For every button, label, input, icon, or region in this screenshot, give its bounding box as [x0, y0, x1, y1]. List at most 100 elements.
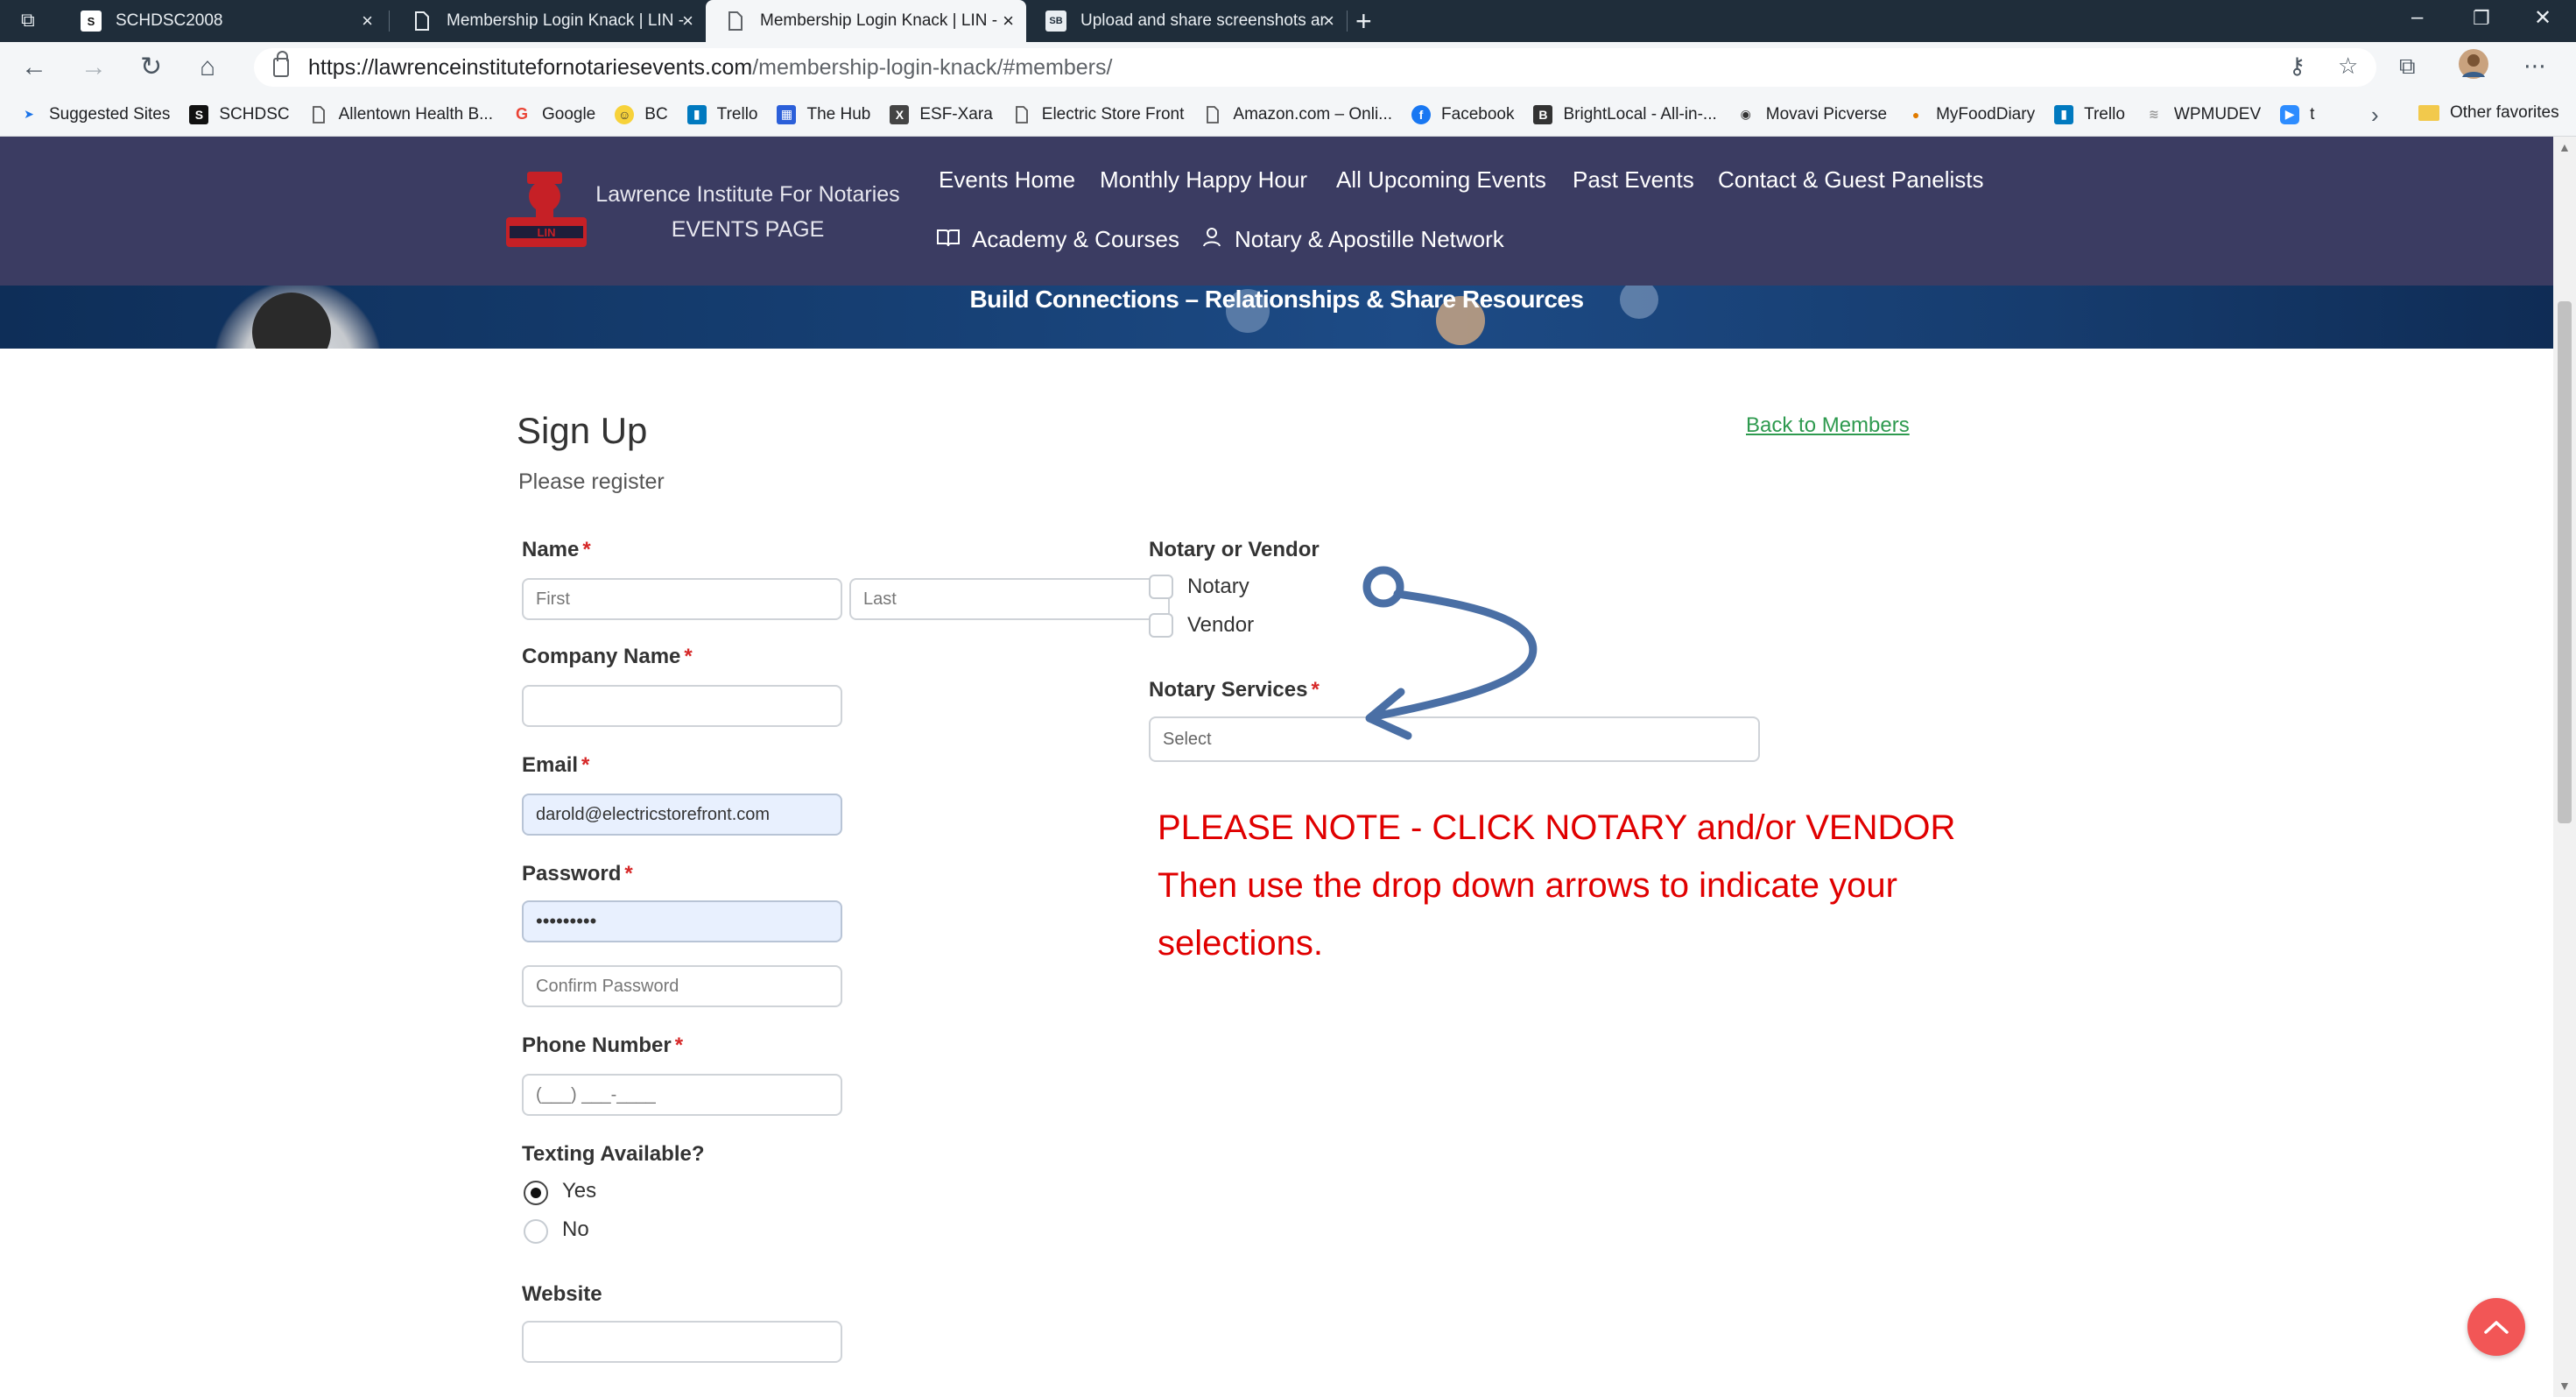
- chevron-right-icon[interactable]: ›: [2371, 102, 2379, 129]
- page-subtitle: Please register: [518, 469, 665, 494]
- bookmark-amazon[interactable]: Amazon.com – Onli...: [1203, 105, 1392, 124]
- phone-label: Phone Number *: [522, 1034, 684, 1057]
- bookmark-bc[interactable]: ☺ BC: [615, 104, 668, 124]
- chevron-up-icon: [2484, 1321, 2509, 1334]
- nav-events-home[interactable]: Events Home: [939, 166, 1075, 194]
- nav-label: Notary & Apostille Network: [1235, 226, 1504, 252]
- bookmark-myfooddiary[interactable]: ● MyFoodDiary: [1906, 105, 2035, 124]
- bookmark-brightlocal[interactable]: B BrightLocal - All-in-...: [1533, 104, 1717, 124]
- last-name-input[interactable]: Last: [849, 578, 1170, 620]
- bookmark-the-hub[interactable]: ▦ The Hub: [777, 104, 870, 124]
- password-field[interactable]: •••••••••: [522, 900, 842, 942]
- collections-icon[interactable]: ⧉: [2399, 53, 2416, 81]
- forward-arrow-icon[interactable]: →: [81, 53, 107, 82]
- bookmark-label: t: [2310, 104, 2315, 123]
- company-name-input[interactable]: [522, 685, 842, 727]
- required-mark: *: [582, 538, 591, 561]
- back-arrow-icon[interactable]: ←: [21, 53, 47, 82]
- bookmark-electric-store-front[interactable]: Electric Store Front: [1012, 104, 1185, 124]
- xara-icon: X: [890, 104, 910, 124]
- hub-icon: ▦: [777, 104, 797, 124]
- bookmark-esf-xara[interactable]: X ESF-Xara: [890, 104, 993, 124]
- scroll-up-arrow-icon[interactable]: ▲: [2558, 140, 2571, 154]
- required-mark: *: [674, 1034, 684, 1057]
- browser-tab-bar: ⧉ S SCHDSC2008 × Membership Login Knack …: [0, 0, 2576, 42]
- tab-schdsc[interactable]: S SCHDSC2008 ×: [61, 0, 385, 42]
- folder-icon: [2418, 105, 2439, 121]
- close-icon[interactable]: ×: [1323, 11, 1334, 32]
- bookmark-other-favorites[interactable]: Other favorites: [2418, 103, 2559, 123]
- bookmark-zoom[interactable]: ▶ t: [2280, 104, 2315, 124]
- refresh-icon[interactable]: ↻: [140, 53, 162, 82]
- close-icon[interactable]: ×: [362, 11, 373, 32]
- bc-icon: ☺: [615, 104, 635, 124]
- nav-all-upcoming-events[interactable]: All Upcoming Events: [1336, 166, 1546, 194]
- bookmark-trello[interactable]: ▮ Trello: [686, 104, 757, 124]
- profile-avatar[interactable]: [2459, 49, 2488, 85]
- site-header: LIN Lawrence Institute For Notaries EVEN…: [0, 137, 2553, 286]
- bookmark-label: WPMUDEV: [2173, 104, 2262, 123]
- notary-or-vendor-label: Notary or Vendor: [1149, 538, 1320, 561]
- restore-icon[interactable]: ❐: [2473, 7, 2490, 30]
- required-mark: *: [624, 862, 633, 885]
- nav-academy-courses[interactable]: Academy & Courses: [937, 226, 1179, 253]
- nav-monthly-happy-hour[interactable]: Monthly Happy Hour: [1100, 166, 1307, 194]
- scrollbar-thumb[interactable]: [2558, 301, 2572, 823]
- bookmark-allentown[interactable]: Allentown Health B...: [309, 105, 493, 124]
- nav-contact-guest-panelists[interactable]: Contact & Guest Panelists: [1718, 166, 1983, 194]
- facebook-icon: f: [1411, 104, 1432, 124]
- close-icon[interactable]: ×: [1003, 11, 1014, 32]
- site-logo[interactable]: LIN: [501, 168, 592, 252]
- notary-checkbox[interactable]: [1149, 575, 1173, 599]
- trello-icon: ▮: [2054, 104, 2074, 124]
- back-to-top-button[interactable]: [2467, 1298, 2525, 1356]
- tab-membership-login[interactable]: Membership Login Knack | LIN - ×: [392, 0, 706, 42]
- bookmark-schdsc[interactable]: S SCHDSC: [189, 104, 290, 124]
- back-to-members-link[interactable]: Back to Members: [1746, 413, 1910, 438]
- email-field[interactable]: darold@electricstorefront.com: [522, 794, 842, 836]
- tab-actions-icon[interactable]: ⧉: [21, 9, 35, 32]
- zoom-icon: ▶: [2280, 104, 2300, 124]
- address-bar-row: ← → ↻ ⌂ https://lawrenceinstitutefornota…: [0, 42, 2576, 93]
- close-icon[interactable]: ×: [682, 11, 693, 32]
- home-icon[interactable]: ⌂: [200, 53, 215, 82]
- favorites-star-icon[interactable]: ☆: [2338, 53, 2358, 80]
- key-icon[interactable]: ⚷: [2289, 53, 2305, 80]
- phone-input[interactable]: (___) ___-____: [522, 1074, 842, 1116]
- close-window-icon[interactable]: ✕: [2534, 5, 2551, 31]
- bookmark-suggested-sites[interactable]: ➤ Suggested Sites: [19, 105, 170, 124]
- tab-membership-login-active[interactable]: Membership Login Knack | LIN - ×: [706, 0, 1026, 42]
- new-tab-button[interactable]: +: [1355, 5, 1372, 37]
- scroll-down-arrow-icon[interactable]: ▼: [2558, 1379, 2571, 1393]
- bookmark-google[interactable]: G Google: [512, 105, 595, 124]
- suggested-icon: ➤: [24, 107, 34, 121]
- bookmark-wpmudev[interactable]: ≋ WPMUDEV: [2144, 105, 2261, 124]
- bookmark-label: Other favorites: [2450, 103, 2559, 122]
- url-field[interactable]: https://lawrenceinstitutefornotarieseven…: [254, 48, 2376, 87]
- vendor-checkbox[interactable]: [1149, 613, 1173, 638]
- bookmark-label: Suggested Sites: [49, 104, 171, 123]
- texting-no-radio[interactable]: [524, 1219, 548, 1244]
- confirm-password-field[interactable]: Confirm Password: [522, 965, 842, 1007]
- bookmark-facebook[interactable]: f Facebook: [1411, 104, 1514, 124]
- tab-upload-screenshots[interactable]: SB Upload and share screenshots ar ×: [1026, 0, 1347, 42]
- annotation-arrow-icon: [1362, 566, 1538, 740]
- nav-notary-network[interactable]: Notary & Apostille Network: [1201, 226, 1504, 253]
- first-name-input[interactable]: First: [522, 578, 842, 620]
- book-icon: [937, 226, 960, 253]
- more-menu-icon[interactable]: ⋯: [2523, 53, 2546, 80]
- page-icon: [412, 11, 433, 32]
- minimize-icon[interactable]: –: [2411, 5, 2423, 30]
- texting-yes-radio[interactable]: [524, 1181, 548, 1205]
- page-icon: [309, 105, 328, 124]
- site-brand[interactable]: Lawrence Institute For Notaries EVENTS P…: [592, 177, 904, 247]
- page-icon: [1203, 105, 1222, 124]
- website-input[interactable]: [522, 1321, 842, 1363]
- input-value: •••••••••: [536, 910, 597, 932]
- bookmark-label: Electric Store Front: [1041, 104, 1185, 123]
- trello-icon: ▮: [686, 104, 707, 124]
- bookmark-trello-2[interactable]: ▮ Trello: [2054, 104, 2125, 124]
- nav-past-events[interactable]: Past Events: [1573, 166, 1694, 194]
- password-label: Password *: [522, 862, 633, 885]
- bookmark-movavi[interactable]: ◉ Movavi Picverse: [1736, 105, 1887, 124]
